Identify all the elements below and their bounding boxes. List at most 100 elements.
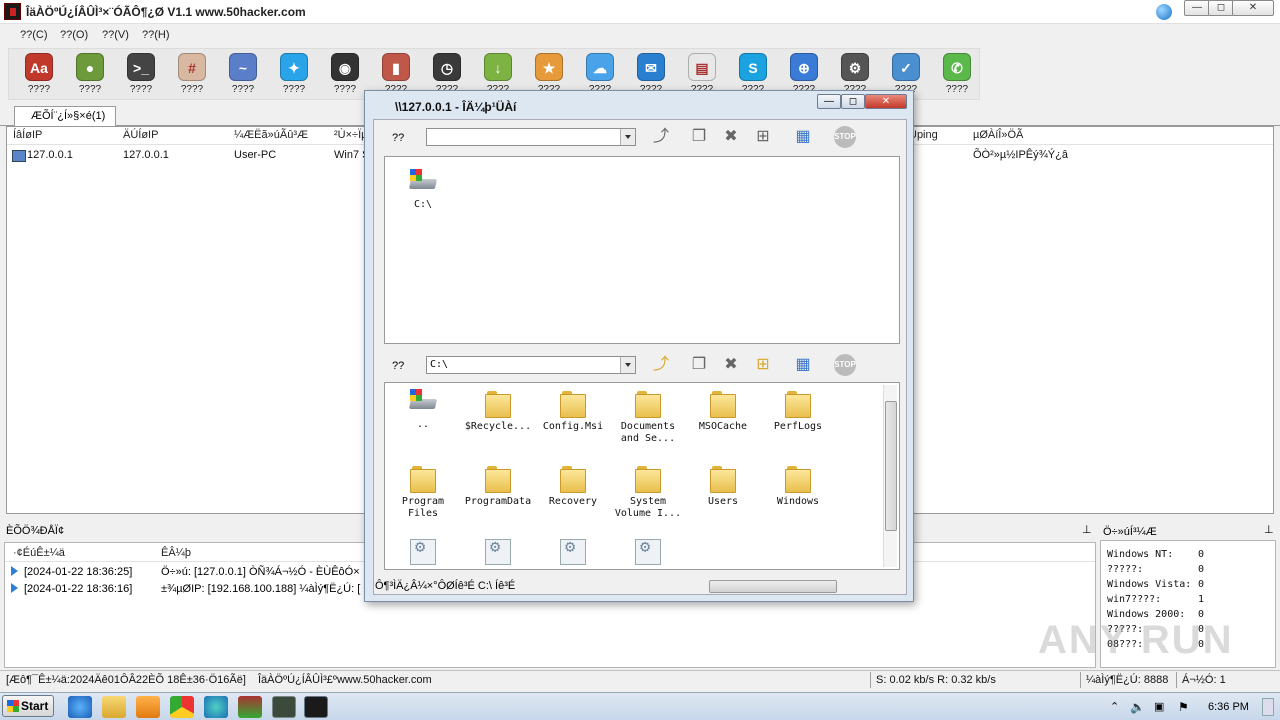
file-item[interactable] xyxy=(387,539,459,565)
file-item[interactable] xyxy=(537,539,609,565)
file-item[interactable] xyxy=(462,539,534,565)
folder-item[interactable]: ProgramData xyxy=(462,464,534,508)
host-wan-ip[interactable]: 127.0.0.1 xyxy=(27,149,73,161)
edge-icon[interactable] xyxy=(204,696,228,718)
remote-path-label: ?? xyxy=(392,360,405,372)
item-name: Windows xyxy=(776,496,820,507)
view-mode-icon[interactable]: ▦ xyxy=(792,126,814,148)
column-header[interactable]: µØÀíÎ»ÖÃ xyxy=(973,129,1023,141)
column-header[interactable]: ·¢ÉúÊ±¼ä xyxy=(13,547,65,559)
chevron-down-icon[interactable] xyxy=(620,129,635,145)
item-name: ProgramData xyxy=(464,496,532,507)
toolbar-button[interactable]: #???? xyxy=(172,53,212,99)
new-folder-icon[interactable]: ⊞ xyxy=(752,354,774,376)
window-title: ÎäÀÖºÚ¿ÍÂÛÌ³×¨ÓÃÔ¶¿Ø V1.1 www.50hacker.c… xyxy=(26,5,306,19)
item-name: Documents and Se... xyxy=(620,421,676,444)
toolbar-button[interactable]: ✦???? xyxy=(274,53,314,99)
folder-item[interactable]: Windows xyxy=(762,464,834,508)
stop-icon[interactable]: STOP xyxy=(834,126,856,148)
view-mode-icon[interactable]: ▦ xyxy=(792,354,814,376)
show-desktop-button[interactable] xyxy=(1262,698,1274,716)
pin-icon[interactable]: ⊥ xyxy=(1082,523,1092,536)
toolbar-button[interactable]: ◉???? xyxy=(325,53,365,99)
start-button[interactable]: Start xyxy=(2,695,54,717)
host-computer-name[interactable]: User-PC xyxy=(234,149,276,161)
folder-item[interactable]: Config.Msi xyxy=(537,389,609,433)
chevron-down-icon[interactable] xyxy=(620,357,635,373)
folder-item[interactable]: Program Files xyxy=(387,464,459,520)
tray-arrow-icon[interactable]: ⌃ xyxy=(1110,700,1119,713)
vertical-scrollbar[interactable] xyxy=(883,385,897,567)
column-header[interactable]: ÍâÍøIP xyxy=(13,129,42,141)
close-button[interactable]: ✕ xyxy=(1232,0,1274,16)
host-location[interactable]: ÕÒ²»µ½IPÊý¾Ý¿â xyxy=(973,149,1068,161)
column-header[interactable]: ÊÂ¼þ xyxy=(161,547,191,559)
stats-title: Ö÷»úÍ³¼Æ xyxy=(1103,526,1157,538)
maximize-button[interactable]: ◻ xyxy=(1208,0,1234,16)
folder-item[interactable]: MSOCache xyxy=(687,389,759,433)
explorer-icon[interactable] xyxy=(102,696,126,718)
folder-up-icon[interactable]: ⤴ xyxy=(650,126,672,148)
column-header[interactable]: ÄÚÍøIP xyxy=(123,129,158,141)
pin-icon[interactable]: ⊥ xyxy=(1264,523,1274,536)
delete-icon[interactable]: ✖ xyxy=(720,354,742,376)
media-player-icon[interactable] xyxy=(136,696,160,718)
menu-item[interactable]: ??(V) xyxy=(102,29,129,41)
delete-icon[interactable]: ✖ xyxy=(720,126,742,148)
clock-icon: ◷ xyxy=(433,53,461,81)
toolbar-button-label: ???? xyxy=(27,84,51,95)
folder-item[interactable]: System Volume I... xyxy=(612,464,684,520)
chrome-icon[interactable] xyxy=(170,696,194,718)
folder-item[interactable]: $Recycle... xyxy=(462,389,534,433)
minimize-button[interactable]: — xyxy=(1184,0,1210,16)
toolbar-button[interactable]: Aa???? xyxy=(19,53,59,99)
toolbar-button-label: ???? xyxy=(231,84,255,95)
folder-icon xyxy=(560,464,586,493)
toolbar-button[interactable]: ●???? xyxy=(70,53,110,99)
menu-item[interactable]: ??(C) xyxy=(20,29,48,41)
toolbar-button[interactable]: >_???? xyxy=(121,53,161,99)
toolbar-button[interactable]: ~???? xyxy=(223,53,263,99)
remote-control-app-icon[interactable] xyxy=(304,696,328,718)
menu-item[interactable]: ??(H) xyxy=(142,29,170,41)
column-header[interactable]: ¼ÆËã»úÃû³Æ xyxy=(234,129,308,141)
folder-item[interactable]: PerfLogs xyxy=(762,389,834,433)
folder-up-icon[interactable]: ⤴ xyxy=(650,354,672,376)
log-row[interactable]: [2024-01-22 18:36:25] xyxy=(11,566,132,578)
folder-icon xyxy=(785,389,811,418)
copy-icon[interactable]: ❐ xyxy=(688,126,710,148)
drive-item[interactable]: .. xyxy=(387,389,459,431)
globe-icon[interactable] xyxy=(1156,4,1172,20)
horizontal-scrollbar[interactable] xyxy=(709,580,837,593)
file-item[interactable] xyxy=(612,539,684,565)
dialog-minimize-button[interactable]: — xyxy=(817,94,841,109)
winrar-icon[interactable] xyxy=(238,696,262,718)
drive-item[interactable]: C:\ xyxy=(387,169,459,211)
toolbar-button-label: ???? xyxy=(78,84,102,95)
tab-client-group[interactable]: ÆÕÍ¨¿Í»§×é(1) xyxy=(14,106,116,126)
remote-path-combo[interactable]: C:\ xyxy=(426,356,636,374)
folder-item[interactable]: Documents and Se... xyxy=(612,389,684,445)
network-icon[interactable]: ▣ xyxy=(1154,700,1164,713)
app-store-icon: ✦ xyxy=(280,53,308,81)
new-folder-icon[interactable]: ⊞ xyxy=(752,126,774,148)
copy-icon[interactable]: ❐ xyxy=(688,354,710,376)
toolbar-button[interactable]: ✆???? xyxy=(937,53,977,99)
ie-icon[interactable] xyxy=(68,696,92,718)
dialog-close-button[interactable]: ✕ xyxy=(865,94,907,109)
dialog-maximize-button[interactable]: ◻ xyxy=(841,94,865,109)
stop-icon[interactable]: STOP xyxy=(834,354,856,376)
folder-item[interactable]: Recovery xyxy=(537,464,609,508)
flag-icon[interactable]: ⚑ xyxy=(1178,700,1189,714)
menu-item[interactable]: ??(O) xyxy=(60,29,88,41)
toolbar-button-label: ???? xyxy=(180,84,204,95)
host-lan-ip[interactable]: 127.0.0.1 xyxy=(123,149,169,161)
terminal-icon: >_ xyxy=(127,53,155,81)
log-row[interactable]: [2024-01-22 18:36:16] xyxy=(11,583,132,595)
local-path-combo[interactable] xyxy=(426,128,636,146)
terminal-app-icon[interactable] xyxy=(272,696,296,718)
scrollbar-thumb[interactable] xyxy=(885,401,897,531)
folder-item[interactable]: Users xyxy=(687,464,759,508)
clock[interactable]: 6:36 PM xyxy=(1208,701,1249,713)
volume-icon[interactable]: 🔈 xyxy=(1130,700,1145,714)
